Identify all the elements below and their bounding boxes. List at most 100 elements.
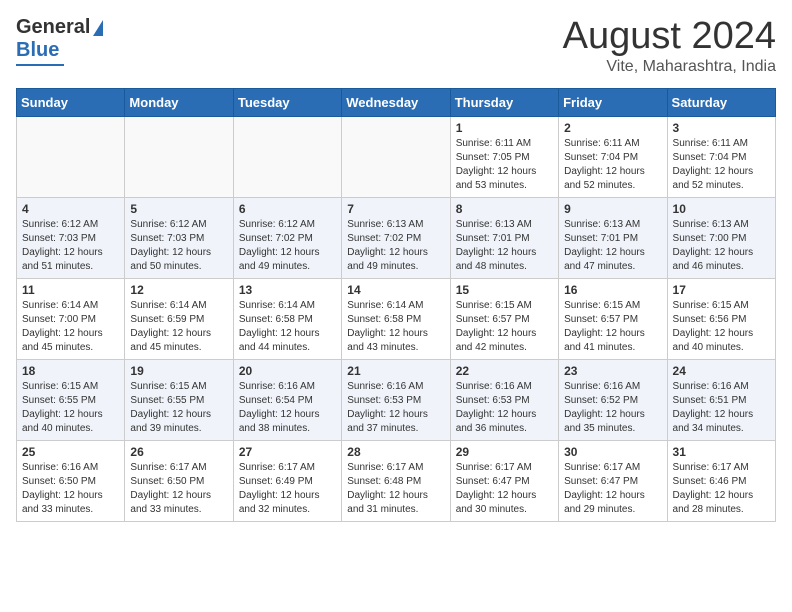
cell-content: Sunrise: 6:16 AM Sunset: 6:53 PM Dayligh… bbox=[456, 380, 553, 436]
cell-content: Sunrise: 6:17 AM Sunset: 6:50 PM Dayligh… bbox=[130, 461, 227, 517]
day-number: 28 bbox=[347, 445, 444, 459]
cell-content: Sunrise: 6:17 AM Sunset: 6:47 PM Dayligh… bbox=[564, 461, 661, 517]
cell-content: Sunrise: 6:16 AM Sunset: 6:51 PM Dayligh… bbox=[673, 380, 770, 436]
day-number: 30 bbox=[564, 445, 661, 459]
day-number: 21 bbox=[347, 364, 444, 378]
day-number: 10 bbox=[673, 202, 770, 216]
table-row: 5 Sunrise: 6:12 AM Sunset: 7:03 PM Daylig… bbox=[125, 197, 233, 278]
cell-content: Sunrise: 6:14 AM Sunset: 6:58 PM Dayligh… bbox=[239, 299, 336, 355]
col-saturday: Saturday bbox=[667, 88, 775, 116]
table-row bbox=[233, 116, 341, 197]
cell-content: Sunrise: 6:14 AM Sunset: 7:00 PM Dayligh… bbox=[22, 299, 119, 355]
table-row: 27 Sunrise: 6:17 AM Sunset: 6:49 PM Dayli… bbox=[233, 440, 341, 521]
calendar-week-row: 4 Sunrise: 6:12 AM Sunset: 7:03 PM Daylig… bbox=[17, 197, 776, 278]
cell-content: Sunrise: 6:13 AM Sunset: 7:01 PM Dayligh… bbox=[564, 218, 661, 274]
table-row: 14 Sunrise: 6:14 AM Sunset: 6:58 PM Dayli… bbox=[342, 278, 450, 359]
cell-content: Sunrise: 6:16 AM Sunset: 6:53 PM Dayligh… bbox=[347, 380, 444, 436]
day-number: 8 bbox=[456, 202, 553, 216]
table-row: 15Sunrise: 6:15 AM Sunset: 6:57 PM Dayli… bbox=[450, 278, 558, 359]
cell-content: Sunrise: 6:15 AM Sunset: 6:56 PM Dayligh… bbox=[673, 299, 770, 355]
day-number: 23 bbox=[564, 364, 661, 378]
table-row: 26 Sunrise: 6:17 AM Sunset: 6:50 PM Dayli… bbox=[125, 440, 233, 521]
table-row: 6 Sunrise: 6:12 AM Sunset: 7:02 PM Daylig… bbox=[233, 197, 341, 278]
day-number: 17 bbox=[673, 283, 770, 297]
day-number: 16 bbox=[564, 283, 661, 297]
day-number: 31 bbox=[673, 445, 770, 459]
cell-content: Sunrise: 6:11 AM Sunset: 7:05 PM Dayligh… bbox=[456, 137, 553, 193]
cell-content: Sunrise: 6:16 AM Sunset: 6:52 PM Dayligh… bbox=[564, 380, 661, 436]
title-block: August 2024 Vite, Maharashtra, India bbox=[563, 16, 776, 76]
cell-content: Sunrise: 6:16 AM Sunset: 6:54 PM Dayligh… bbox=[239, 380, 336, 436]
table-row: 10 Sunrise: 6:13 AM Sunset: 7:00 PM Dayli… bbox=[667, 197, 775, 278]
table-row: 19Sunrise: 6:15 AM Sunset: 6:55 PM Dayli… bbox=[125, 359, 233, 440]
cell-content: Sunrise: 6:14 AM Sunset: 6:58 PM Dayligh… bbox=[347, 299, 444, 355]
col-sunday: Sunday bbox=[17, 88, 125, 116]
table-row: 24 Sunrise: 6:16 AM Sunset: 6:51 PM Dayli… bbox=[667, 359, 775, 440]
table-row: 11 Sunrise: 6:14 AM Sunset: 7:00 PM Dayli… bbox=[17, 278, 125, 359]
day-number: 3 bbox=[673, 121, 770, 135]
day-number: 24 bbox=[673, 364, 770, 378]
day-number: 4 bbox=[22, 202, 119, 216]
col-thursday: Thursday bbox=[450, 88, 558, 116]
table-row: 3 Sunrise: 6:11 AM Sunset: 7:04 PM Daylig… bbox=[667, 116, 775, 197]
table-row: 25 Sunrise: 6:16 AM Sunset: 6:50 PM Dayli… bbox=[17, 440, 125, 521]
day-number: 22 bbox=[456, 364, 553, 378]
cell-content: Sunrise: 6:11 AM Sunset: 7:04 PM Dayligh… bbox=[673, 137, 770, 193]
table-row: 12 Sunrise: 6:14 AM Sunset: 6:59 PM Dayli… bbox=[125, 278, 233, 359]
cell-content: Sunrise: 6:14 AM Sunset: 6:59 PM Dayligh… bbox=[130, 299, 227, 355]
table-row: 18 Sunrise: 6:15 AM Sunset: 6:55 PM Dayli… bbox=[17, 359, 125, 440]
table-row bbox=[342, 116, 450, 197]
day-number: 5 bbox=[130, 202, 227, 216]
logo: General Blue bbox=[16, 16, 103, 66]
cell-content: Sunrise: 6:17 AM Sunset: 6:48 PM Dayligh… bbox=[347, 461, 444, 517]
calendar-title: August 2024 bbox=[563, 16, 776, 58]
day-number: 25 bbox=[22, 445, 119, 459]
cell-content: Sunrise: 6:15 AM Sunset: 6:55 PM Dayligh… bbox=[22, 380, 119, 436]
day-number: 11 bbox=[22, 283, 119, 297]
logo-triangle-icon bbox=[93, 20, 103, 36]
day-number: 26 bbox=[130, 445, 227, 459]
table-row: 30 Sunrise: 6:17 AM Sunset: 6:47 PM Dayli… bbox=[559, 440, 667, 521]
table-row: 9 Sunrise: 6:13 AM Sunset: 7:01 PM Daylig… bbox=[559, 197, 667, 278]
logo-blue-text: Blue bbox=[16, 39, 59, 62]
calendar-week-row: 18 Sunrise: 6:15 AM Sunset: 6:55 PM Dayli… bbox=[17, 359, 776, 440]
day-number: 18 bbox=[22, 364, 119, 378]
day-number: 9 bbox=[564, 202, 661, 216]
day-number: 12 bbox=[130, 283, 227, 297]
cell-content: Sunrise: 6:13 AM Sunset: 7:01 PM Dayligh… bbox=[456, 218, 553, 274]
cell-content: Sunrise: 6:17 AM Sunset: 6:49 PM Dayligh… bbox=[239, 461, 336, 517]
day-number: 29 bbox=[456, 445, 553, 459]
day-number: 2 bbox=[564, 121, 661, 135]
col-friday: Friday bbox=[559, 88, 667, 116]
day-number: 7 bbox=[347, 202, 444, 216]
cell-content: Sunrise: 6:16 AM Sunset: 6:50 PM Dayligh… bbox=[22, 461, 119, 517]
page-header: General Blue August 2024 Vite, Maharasht… bbox=[16, 16, 776, 76]
table-row: 16Sunrise: 6:15 AM Sunset: 6:57 PM Dayli… bbox=[559, 278, 667, 359]
day-number: 13 bbox=[239, 283, 336, 297]
cell-content: Sunrise: 6:13 AM Sunset: 7:00 PM Dayligh… bbox=[673, 218, 770, 274]
cell-content: Sunrise: 6:13 AM Sunset: 7:02 PM Dayligh… bbox=[347, 218, 444, 274]
day-number: 6 bbox=[239, 202, 336, 216]
table-row: 13 Sunrise: 6:14 AM Sunset: 6:58 PM Dayli… bbox=[233, 278, 341, 359]
table-row bbox=[125, 116, 233, 197]
col-tuesday: Tuesday bbox=[233, 88, 341, 116]
day-number: 14 bbox=[347, 283, 444, 297]
calendar-week-row: 1Sunrise: 6:11 AM Sunset: 7:05 PM Daylig… bbox=[17, 116, 776, 197]
calendar-subtitle: Vite, Maharashtra, India bbox=[563, 58, 776, 76]
day-number: 27 bbox=[239, 445, 336, 459]
logo-divider bbox=[16, 64, 64, 66]
logo-general-text: General bbox=[16, 16, 90, 39]
cell-content: Sunrise: 6:12 AM Sunset: 7:02 PM Dayligh… bbox=[239, 218, 336, 274]
cell-content: Sunrise: 6:12 AM Sunset: 7:03 PM Dayligh… bbox=[22, 218, 119, 274]
calendar-week-row: 11 Sunrise: 6:14 AM Sunset: 7:00 PM Dayli… bbox=[17, 278, 776, 359]
table-row: 7 Sunrise: 6:13 AM Sunset: 7:02 PM Daylig… bbox=[342, 197, 450, 278]
table-row: 21 Sunrise: 6:16 AM Sunset: 6:53 PM Dayli… bbox=[342, 359, 450, 440]
calendar-table: Sunday Monday Tuesday Wednesday Thursday… bbox=[16, 88, 776, 522]
cell-content: Sunrise: 6:12 AM Sunset: 7:03 PM Dayligh… bbox=[130, 218, 227, 274]
table-row: 20Sunrise: 6:16 AM Sunset: 6:54 PM Dayli… bbox=[233, 359, 341, 440]
table-row: 23 Sunrise: 6:16 AM Sunset: 6:52 PM Dayli… bbox=[559, 359, 667, 440]
table-row: 4 Sunrise: 6:12 AM Sunset: 7:03 PM Daylig… bbox=[17, 197, 125, 278]
day-number: 19 bbox=[130, 364, 227, 378]
calendar-week-row: 25 Sunrise: 6:16 AM Sunset: 6:50 PM Dayli… bbox=[17, 440, 776, 521]
table-row: 2Sunrise: 6:11 AM Sunset: 7:04 PM Daylig… bbox=[559, 116, 667, 197]
